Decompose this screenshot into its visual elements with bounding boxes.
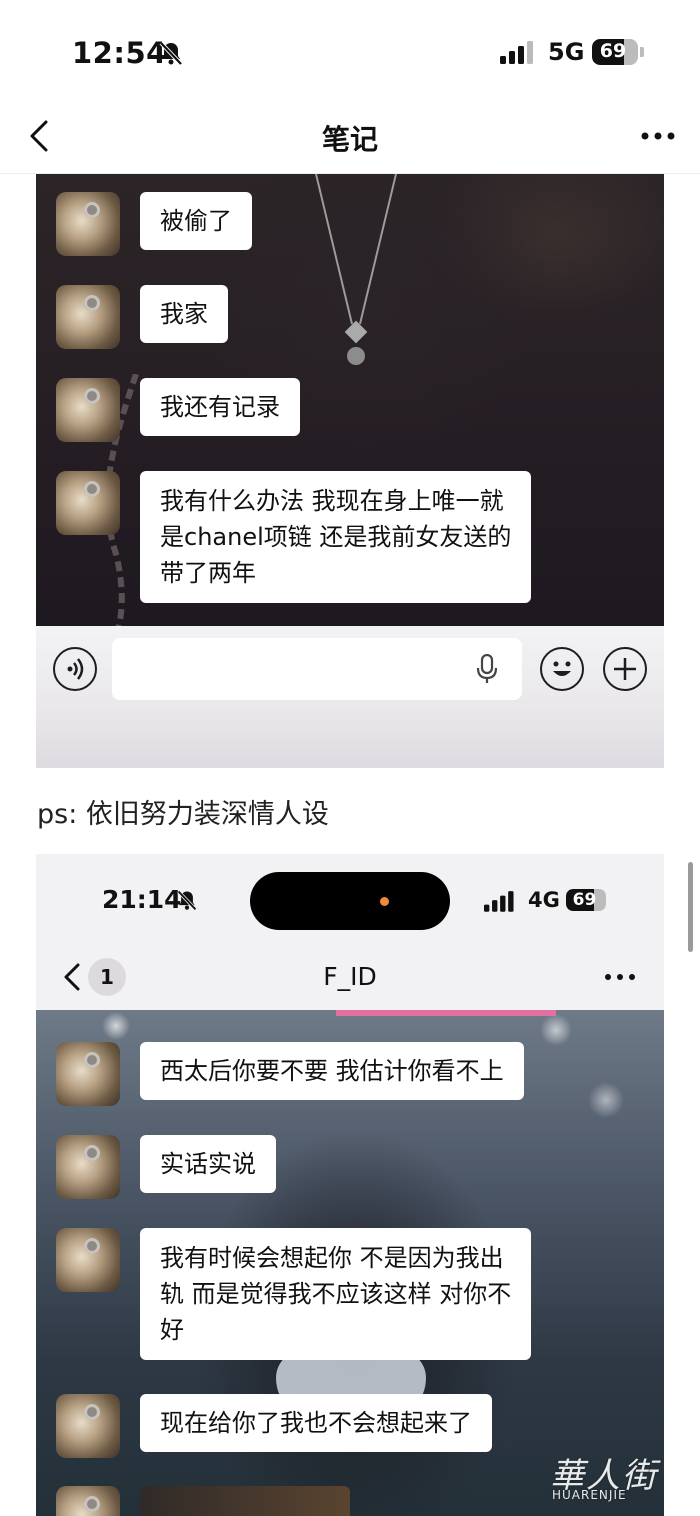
message-line: 带了两年 bbox=[160, 559, 256, 587]
screenshot-time: 21:14 bbox=[102, 885, 182, 914]
recording-dot bbox=[380, 897, 389, 906]
avatar bbox=[56, 285, 120, 349]
necklace-image bbox=[315, 174, 397, 365]
battery-level: 69 bbox=[572, 890, 597, 910]
message-bubble: 我家 bbox=[140, 285, 228, 343]
message-bubble: 我有什么办法 我现在身上唯一就 是chanel项链 还是我前女友送的 带了两年 bbox=[140, 471, 532, 603]
message-bubble: 我有时候会想起你 不是因为我出 轨 而是觉得我不应该这样 对你不 好 bbox=[140, 1228, 532, 1360]
avatar bbox=[56, 378, 120, 442]
battery-tip bbox=[640, 47, 644, 57]
nav-bar: 笔记 bbox=[0, 100, 700, 174]
battery-icon: 69 bbox=[592, 39, 638, 65]
battery-level: 69 bbox=[599, 40, 627, 62]
chat-message: 我还有记录 bbox=[56, 378, 300, 442]
signal-icon bbox=[484, 891, 514, 912]
chat-message: 我有什么办法 我现在身上唯一就 是chanel项链 还是我前女友送的 带了两年 bbox=[56, 471, 532, 603]
chat-input-bar bbox=[36, 626, 664, 768]
message-bubble: 现在给你了我也不会想起来了 bbox=[140, 1394, 492, 1452]
avatar bbox=[56, 1042, 120, 1106]
avatar bbox=[56, 192, 120, 256]
chat-background: 西太后你要不要 我估计你看不上 实话实说 我有时候会想起你 不是因为我出 轨 而… bbox=[36, 1010, 664, 1516]
emoji-icon[interactable] bbox=[540, 647, 584, 691]
chat-screenshot-1: 被偷了 我家 我还有记录 我有什么办法 我现在身上唯一就 是chanel项链 还… bbox=[36, 174, 664, 768]
chat-screenshot-2: 21:14 4G 69 1 F_ID 西太后你要不要 我估计你看不上 实话实说 … bbox=[36, 854, 664, 1516]
network-label: 4G bbox=[528, 888, 560, 912]
background-light bbox=[336, 1010, 556, 1016]
message-bubble: 被偷了 bbox=[140, 192, 252, 250]
watermark-site-text: HUARENJIE bbox=[552, 1488, 627, 1502]
plus-icon[interactable] bbox=[603, 647, 647, 691]
bell-slash-icon bbox=[177, 890, 197, 911]
avatar bbox=[56, 1228, 120, 1292]
more-icon[interactable] bbox=[640, 130, 676, 142]
image-thumbnail bbox=[140, 1486, 350, 1516]
chat-message: 实话实说 bbox=[56, 1135, 276, 1199]
message-line: 我有什么办法 我现在身上唯一就 bbox=[160, 487, 504, 515]
page-title: 笔记 bbox=[321, 123, 378, 156]
signal-icon bbox=[500, 41, 533, 64]
avatar bbox=[56, 1135, 120, 1199]
chat-title: F_ID bbox=[323, 962, 377, 991]
bell-slash-icon bbox=[159, 41, 183, 66]
scrollbar[interactable] bbox=[688, 862, 693, 952]
message-bubble: 我还有记录 bbox=[140, 378, 300, 436]
message-bubble: 西太后你要不要 我估计你看不上 bbox=[140, 1042, 524, 1100]
message-line: 好 bbox=[160, 1316, 184, 1344]
battery-icon: 69 bbox=[566, 889, 606, 911]
message-input[interactable] bbox=[112, 638, 522, 700]
note-caption: ps: 依旧努力装深情人设 bbox=[37, 799, 329, 830]
network-label: 5G bbox=[548, 38, 585, 66]
chat-message: 我家 bbox=[56, 285, 228, 349]
avatar bbox=[56, 471, 120, 535]
chat-message bbox=[56, 1486, 120, 1516]
watermark: 華人街 HUARENJIE bbox=[550, 1448, 690, 1504]
more-icon bbox=[605, 974, 635, 980]
message-line: 轨 而是觉得我不应该这样 对你不 bbox=[160, 1280, 512, 1308]
chat-message: 西太后你要不要 我估计你看不上 bbox=[56, 1042, 524, 1106]
screenshot-nav-bar: 1 F_ID bbox=[36, 946, 664, 1010]
message-line: 是chanel项链 还是我前女友送的 bbox=[160, 523, 512, 551]
dynamic-island bbox=[250, 872, 450, 930]
chat-message: 现在给你了我也不会想起来了 bbox=[56, 1394, 492, 1458]
avatar bbox=[56, 1394, 120, 1458]
message-bubble: 实话实说 bbox=[140, 1135, 276, 1193]
status-time: 12:54 bbox=[72, 36, 167, 70]
status-bar: 12:54 5G 69 bbox=[0, 0, 700, 100]
screenshot-status-bar: 21:14 4G 69 bbox=[36, 854, 664, 946]
chat-message: 我有时候会想起你 不是因为我出 轨 而是觉得我不应该这样 对你不 好 bbox=[56, 1228, 532, 1360]
avatar bbox=[56, 1486, 120, 1516]
voice-icon[interactable] bbox=[53, 647, 97, 691]
mic-icon[interactable] bbox=[476, 654, 498, 684]
chat-message: 被偷了 bbox=[56, 192, 252, 256]
message-line: 我有时候会想起你 不是因为我出 bbox=[160, 1244, 504, 1272]
